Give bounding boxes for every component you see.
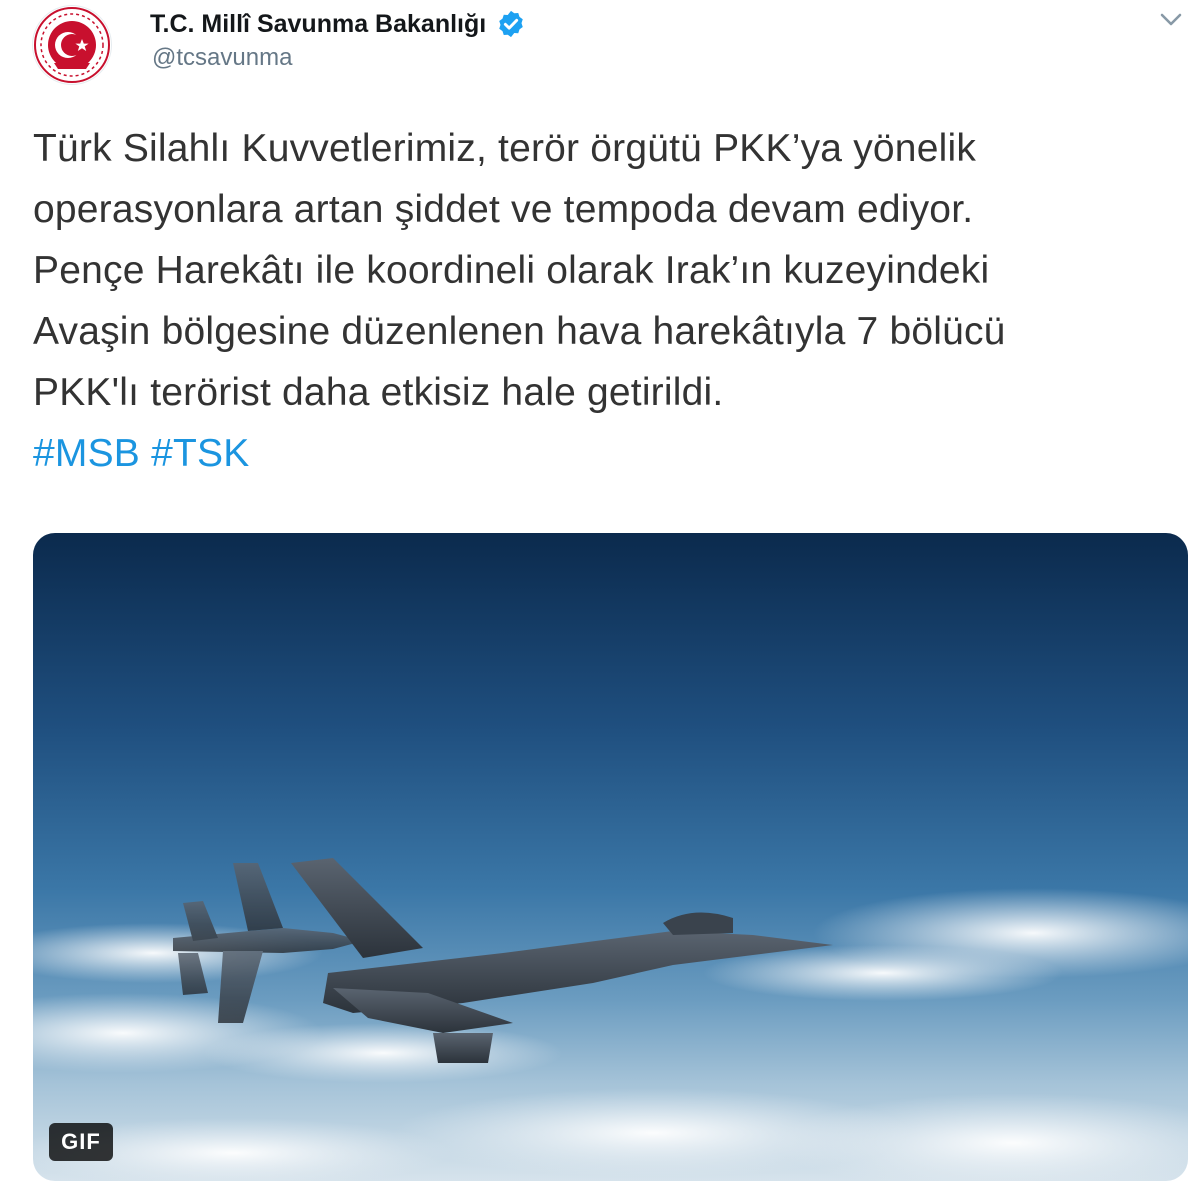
fighter-jets-image <box>33 858 1188 1181</box>
tweet-text-line: operasyonlara artan şiddet ve tempoda de… <box>33 188 974 231</box>
chevron-down-icon <box>1160 13 1182 26</box>
tweet-text-line: Pençe Harekâtı ile koordineli olarak Ira… <box>33 249 990 292</box>
author-display-name[interactable]: T.C. Millî Savunma Bakanlığı <box>150 10 486 39</box>
tweet-text: Türk Silahlı Kuvvetlerimiz, terör örgütü… <box>33 118 1188 484</box>
tweet-text-line: Türk Silahlı Kuvvetlerimiz, terör örgütü… <box>33 127 977 170</box>
tweet-menu-button[interactable] <box>1156 6 1186 32</box>
avatar[interactable] <box>32 5 112 85</box>
hashtag-list: #MSB #TSK <box>33 423 1188 484</box>
gif-badge: GIF <box>49 1123 113 1161</box>
verified-badge-icon <box>496 9 526 39</box>
tweet-text-line: Avaşin bölgesine düzenlenen hava harekât… <box>33 310 1006 353</box>
author-handle[interactable]: @tcsavunma <box>152 44 292 72</box>
hashtag-msb[interactable]: #MSB <box>33 432 140 475</box>
tweet-media-gif[interactable]: GIF <box>33 533 1188 1181</box>
tweet-card: T.C. Millî Savunma Bakanlığı @tcsavunma … <box>0 0 1200 1196</box>
tweet-text-line: PKK'lı terörist daha etkisiz hale getiri… <box>33 371 724 414</box>
hashtag-tsk[interactable]: #TSK <box>151 432 249 475</box>
author-name-row: T.C. Millî Savunma Bakanlığı <box>150 4 526 44</box>
ministry-emblem-icon <box>34 7 110 83</box>
